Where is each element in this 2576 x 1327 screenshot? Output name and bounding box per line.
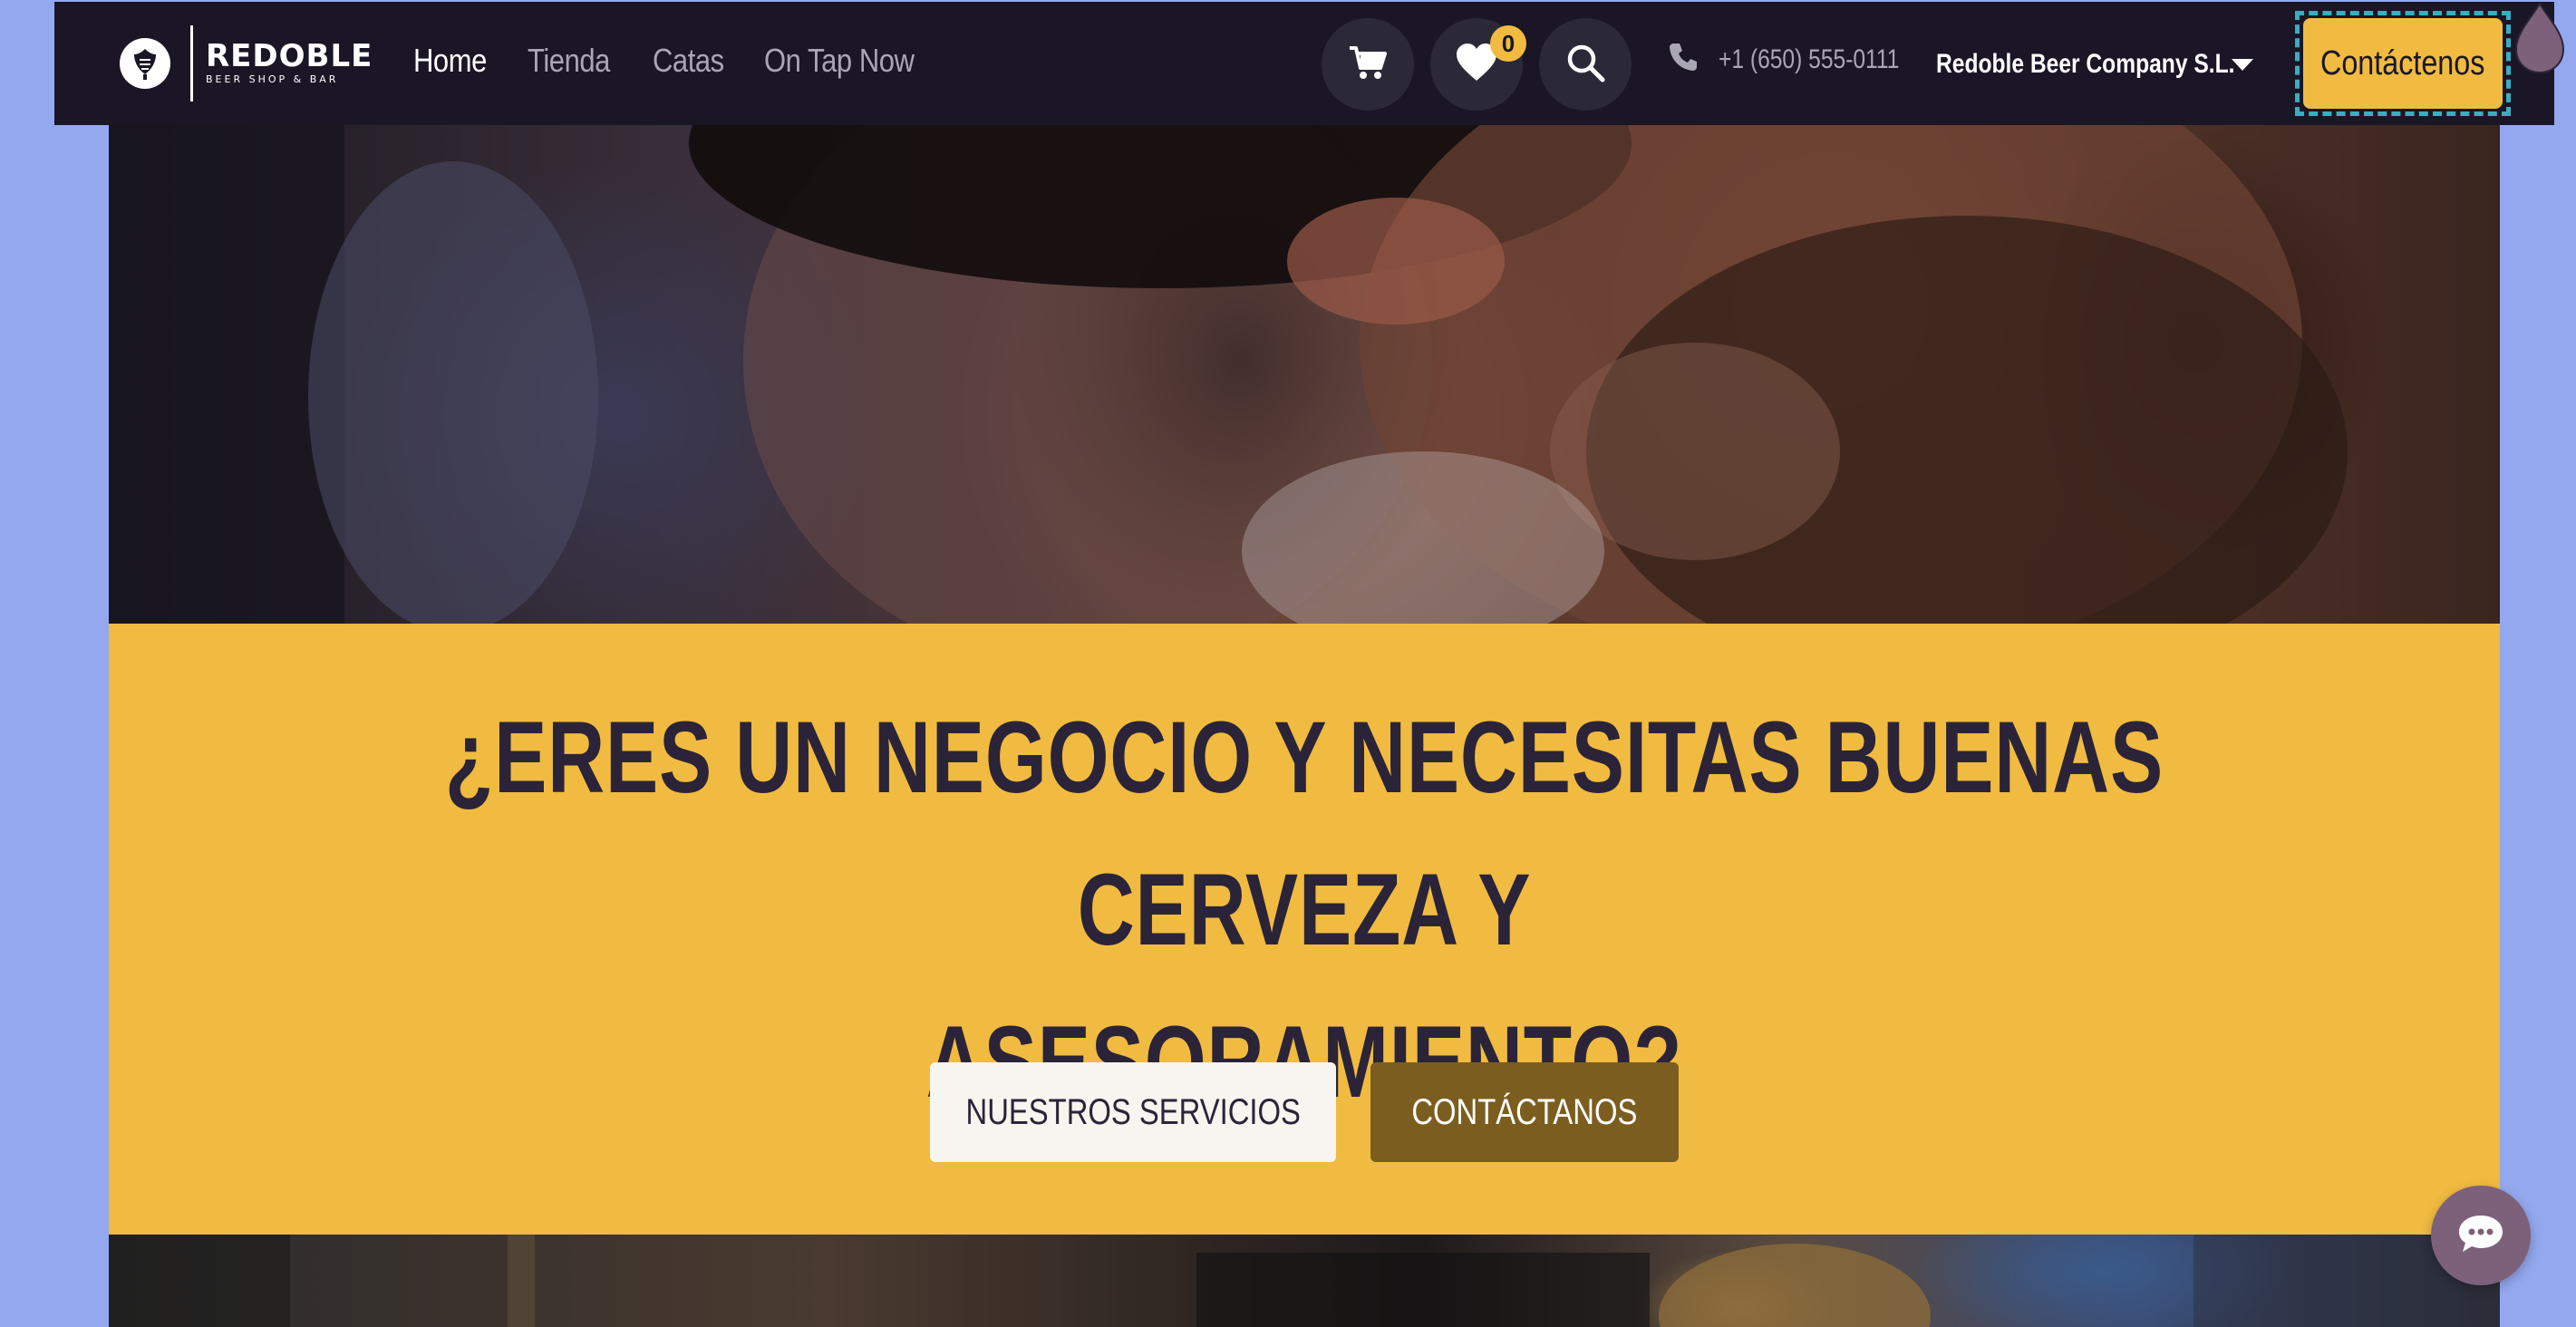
brand-tagline: BEER SHOP & BAR: [206, 73, 339, 85]
wishlist-button[interactable]: 0: [1430, 18, 1526, 111]
cta-heading-line-1: ¿ERES UN NEGOCIO Y NECESITAS BUENAS CERV…: [444, 701, 2164, 966]
wishlist-count-badge: 0: [1490, 25, 1526, 62]
hop-logo-icon: [120, 38, 170, 89]
business-cta-section: ¿ERES UN NEGOCIO Y NECESITAS BUENAS CERV…: [109, 624, 2500, 1235]
top-navbar: REDOBLE BEER SHOP & BAR Home Tienda Cata…: [54, 2, 2554, 125]
brand-text: REDOBLE BEER SHOP & BAR: [206, 40, 373, 87]
brand-divider: [190, 25, 193, 102]
services-button[interactable]: NUESTROS SERVICIOS: [930, 1062, 1336, 1162]
company-name: Redoble Beer Company S.L.: [1936, 49, 2235, 79]
nav-item-catas[interactable]: Catas: [653, 42, 724, 80]
brand-name: REDOBLE: [206, 38, 373, 74]
brand-logo[interactable]: REDOBLE BEER SHOP & BAR: [120, 24, 373, 103]
chat-button[interactable]: [2431, 1186, 2531, 1285]
nav-item-on-tap-now[interactable]: On Tap Now: [764, 42, 915, 80]
nav-item-home[interactable]: Home: [413, 42, 487, 80]
contact-cta-button-label: CONTÁCTANOS: [1411, 1091, 1638, 1132]
nav-item-tienda[interactable]: Tienda: [528, 42, 610, 80]
chevron-down-icon: [2232, 58, 2253, 71]
chat-icon: [2457, 1212, 2504, 1260]
phone-icon: [1668, 42, 1699, 77]
bar-interior-image: [109, 1235, 2500, 1327]
drop-icon: [2513, 1, 2567, 79]
hero-image: [109, 125, 2500, 624]
contact-button-label: Contáctenos: [2320, 44, 2485, 82]
main-nav: Home Tienda Catas On Tap Now: [413, 42, 939, 80]
search-icon: [1565, 43, 1605, 87]
contact-button[interactable]: Contáctenos: [2303, 18, 2503, 109]
cart-button[interactable]: [1322, 18, 1414, 111]
services-button-label: NUESTROS SERVICIOS: [965, 1091, 1301, 1132]
contact-button-focus: Contáctenos: [2295, 11, 2511, 116]
contact-cta-button[interactable]: CONTÁCTANOS: [1370, 1062, 1679, 1162]
hero-photo: [109, 125, 2348, 624]
company-selector[interactable]: Redoble Beer Company S.L.: [1936, 49, 2253, 80]
phone-contact: +1 (650) 555-0111: [1668, 42, 1939, 77]
bar-interior-photo: [109, 1235, 2500, 1327]
cart-icon: [1348, 44, 1388, 85]
phone-number[interactable]: +1 (650) 555-0111: [1719, 44, 1899, 75]
search-button[interactable]: [1539, 18, 1632, 111]
